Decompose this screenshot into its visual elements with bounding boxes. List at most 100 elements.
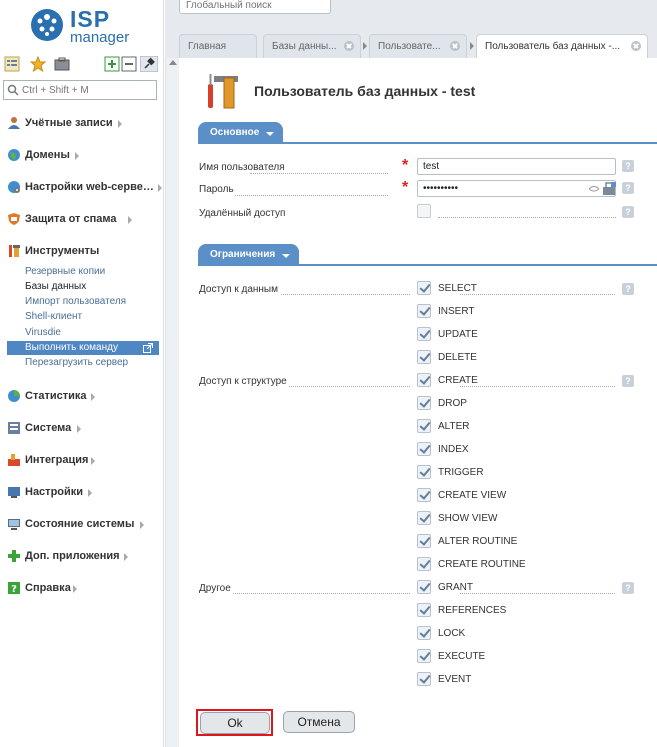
nav-run-command[interactable]: Выполнить команду: [7, 341, 159, 355]
nav-accounts[interactable]: Учётные записи: [7, 116, 157, 132]
chevron-down-icon: [282, 254, 291, 258]
section-limits-header: Ограничения: [198, 244, 657, 266]
sidebar: ISP manager Ctrl + Shift + M Учётные зап…: [0, 0, 164, 747]
nav-domains[interactable]: Домены: [7, 148, 157, 164]
pie-chart-icon: [8, 390, 20, 402]
svg-text:?: ?: [11, 584, 17, 595]
nav-extra-apps-label: Доп. приложения: [25, 550, 120, 562]
privilege-references-checkbox[interactable]: [417, 603, 431, 617]
nav-web-settings[interactable]: Настройки web-серве…: [7, 180, 162, 196]
remote-access-checkbox[interactable]: [417, 204, 431, 218]
nav-shell-client[interactable]: Shell-клиент: [25, 311, 82, 323]
tools-icon: [9, 245, 20, 257]
tab-databases-label: Базы данны...: [272, 41, 337, 52]
privilege-drop-checkbox[interactable]: [417, 396, 431, 410]
nav-reboot-server[interactable]: Перезагрузить сервер: [25, 357, 128, 369]
privilege-lock-checkbox[interactable]: [417, 626, 431, 640]
help-icon[interactable]: ?: [622, 206, 634, 218]
tab-db-users-label: Пользовате...: [378, 41, 441, 52]
favorites-star-icon[interactable]: [30, 56, 46, 72]
logo-mark-icon: [31, 9, 63, 41]
chevron-right-icon: [91, 457, 95, 465]
nav-system[interactable]: Система: [7, 421, 157, 437]
global-search-input[interactable]: [179, 0, 331, 14]
privilege-update-label: UPDATE: [438, 329, 480, 340]
tab-databases[interactable]: Базы данны...: [263, 34, 361, 58]
privilege-create-view-checkbox[interactable]: [417, 488, 431, 502]
privilege-create-routine-checkbox[interactable]: [417, 557, 431, 571]
collapse-all-icon[interactable]: [121, 56, 137, 72]
isp-logo[interactable]: ISP manager: [30, 5, 140, 47]
ok-button[interactable]: Ok: [200, 712, 270, 734]
username-input[interactable]: [417, 158, 616, 175]
nav-backups[interactable]: Резервные копии: [25, 266, 105, 278]
pin-icon[interactable]: [140, 56, 158, 72]
nav-import-user[interactable]: Импорт пользователя: [25, 296, 126, 308]
password-input[interactable]: [417, 180, 616, 197]
nav-integration[interactable]: Интеграция: [7, 453, 157, 469]
dotted-leader: [280, 386, 410, 387]
close-tab-icon[interactable]: [344, 41, 354, 51]
privilege-insert-checkbox[interactable]: [417, 304, 431, 318]
help-icon[interactable]: ?: [622, 582, 634, 594]
tab-home[interactable]: Главная: [179, 34, 257, 58]
nav-statistics[interactable]: Статистика: [7, 389, 157, 405]
show-password-icon[interactable]: [588, 185, 600, 193]
search-icon: [7, 84, 19, 96]
tab-db-user-test[interactable]: Пользователь баз данных -...: [476, 34, 648, 59]
remote-access-label: Удалённый доступ: [199, 208, 288, 219]
tree-view-icon[interactable]: [4, 56, 20, 72]
privilege-update-checkbox[interactable]: [417, 327, 431, 341]
privilege-grant-checkbox[interactable]: [417, 580, 431, 594]
page-title: Пользователь баз данных - test: [254, 83, 476, 99]
close-tab-icon[interactable]: [450, 41, 460, 51]
privilege-execute-checkbox[interactable]: [417, 649, 431, 663]
section-main-header: Основное: [198, 122, 657, 144]
nav-help[interactable]: ? Справка: [7, 581, 157, 597]
help-icon[interactable]: ?: [622, 182, 634, 194]
privilege-delete-label: DELETE: [438, 352, 479, 363]
web-settings-icon: [8, 181, 20, 193]
privilege-trigger-checkbox[interactable]: [417, 465, 431, 479]
privilege-create-view-label: CREATE VIEW: [438, 490, 509, 501]
privilege-select-checkbox[interactable]: [417, 281, 431, 295]
section-limits-toggle[interactable]: Ограничения: [198, 244, 300, 266]
privilege-alter-checkbox[interactable]: [417, 419, 431, 433]
nav-domains-label: Домены: [25, 149, 70, 161]
expand-all-icon[interactable]: [104, 56, 120, 72]
tab-db-users[interactable]: Пользовате...: [369, 34, 467, 58]
section-main-toggle[interactable]: Основное: [198, 122, 284, 144]
nav-web-settings-label: Настройки web-серве…: [25, 181, 154, 193]
integration-icon: [8, 454, 20, 466]
data-access-label: Доступ к данным: [199, 284, 280, 295]
scroll-up-arrow-icon[interactable]: [169, 60, 177, 65]
help-icon[interactable]: ?: [622, 160, 634, 172]
nav-system-status[interactable]: Состояние системы: [7, 517, 157, 533]
help-icon[interactable]: ?: [622, 283, 634, 295]
privilege-index-checkbox[interactable]: [417, 442, 431, 456]
chevron-down-icon: [266, 132, 275, 136]
sidebar-search-input[interactable]: [22, 82, 154, 98]
nav-tools-label: Инструменты: [25, 245, 100, 257]
briefcase-icon[interactable]: [54, 56, 70, 72]
privilege-create-checkbox[interactable]: [417, 373, 431, 387]
generate-password-icon[interactable]: [602, 182, 616, 196]
nav-databases[interactable]: Базы данных: [25, 281, 86, 293]
privilege-alter-routine-checkbox[interactable]: [417, 534, 431, 548]
cancel-button[interactable]: Отмена: [283, 711, 355, 733]
main-scrollbar[interactable]: [165, 58, 179, 747]
privilege-delete-checkbox[interactable]: [417, 350, 431, 364]
chevron-right-icon: [124, 553, 128, 561]
nav-spam-protection[interactable]: Защита от спама: [7, 212, 157, 228]
nav-settings[interactable]: Настройки: [7, 485, 157, 501]
nav-virusdie[interactable]: Virusdie: [25, 327, 61, 339]
nav-run-command-label: Выполнить команду: [25, 342, 118, 353]
nav-tools[interactable]: Инструменты: [7, 244, 157, 260]
privilege-event-checkbox[interactable]: [417, 672, 431, 686]
close-tab-icon[interactable]: [631, 41, 641, 51]
nav-help-label: Справка: [25, 582, 71, 594]
privilege-show-view-checkbox[interactable]: [417, 511, 431, 525]
nav-extra-apps[interactable]: Доп. приложения: [7, 549, 157, 565]
nav-system-status-label: Состояние системы: [25, 518, 135, 530]
help-icon[interactable]: ?: [622, 375, 634, 387]
